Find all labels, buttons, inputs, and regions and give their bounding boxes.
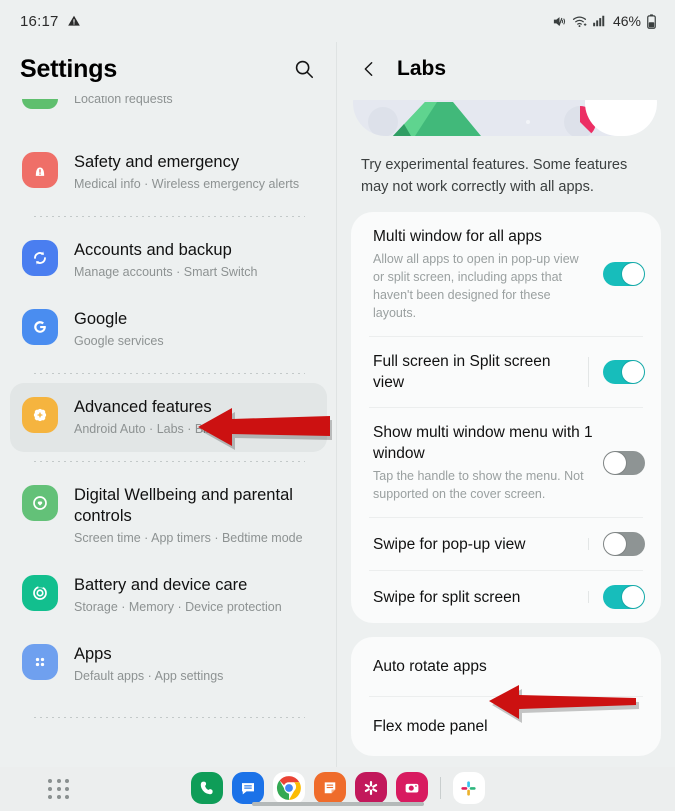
status-bar-left: 16:17 [20,13,81,30]
sidebar-item-subtitle: Medical info · Wireless emergency alerts [74,177,300,191]
sidebar-item-title: Safety and emergency [74,153,240,171]
setting-description: Allow all apps to open in pop-up view or… [373,252,579,320]
slack-icon[interactable] [452,772,485,804]
sidebar-item-subtitle: Android Auto · Labs · Bixby Routines [74,422,279,436]
wifi-icon [572,14,587,29]
setting-title: Flex mode panel [373,718,488,735]
setting-description: Tap the handle to show the menu. Not sup… [373,469,584,501]
list-divider [32,373,305,374]
device-care-icon [22,575,58,611]
setting-row-flex-mode-panel[interactable]: Flex mode panel [351,697,661,756]
setting-row-swipe-for-split-screen[interactable]: Swipe for split screen [351,571,661,623]
labs-pane: Labs Try experimental features. Some fea… [337,42,675,767]
sidebar-item-title: Advanced features [74,398,212,416]
sidebar-item-location[interactable]: Location requests [10,96,327,122]
toggle-multi-window-for-all-apps[interactable] [603,262,645,286]
setting-title: Swipe for split screen [373,588,521,606]
setting-row-show-multi-window-menu-with-1-window[interactable]: Show multi window menu with 1 window Tap… [351,408,661,517]
battery-icon [646,13,657,29]
sync-accounts-icon [22,240,58,276]
setting-title: Full screen in Split screen view [373,353,551,391]
setting-title: Show multi window menu with 1 window [373,424,593,462]
battery-percent: 46% [612,13,641,29]
toggle-swipe-for-pop-up-view[interactable] [603,532,645,556]
sidebar-item-title: Accounts and backup [74,241,232,259]
camera-icon[interactable] [395,772,428,804]
list-divider [32,216,305,217]
cellular-signal-icon [592,14,606,28]
sidebar-item-title: Battery and device care [74,576,248,594]
sidebar-item-accounts-and-backup[interactable]: Accounts and backup Manage accounts · Sm… [10,226,327,295]
phone-icon[interactable] [190,772,223,804]
sidebar-item-title: Apps [74,645,112,663]
volume-mute-icon [552,14,567,29]
wellbeing-heart-icon [22,485,58,521]
list-divider [32,461,305,462]
setting-title: Auto rotate apps [373,658,487,675]
sidebar-item-advanced-features[interactable]: Advanced features Android Auto · Labs · … [10,383,327,452]
list-divider [32,717,305,718]
status-bar-right: 46% [552,13,657,29]
home-indicator[interactable] [251,802,424,806]
setting-row-full-screen-in-split-screen-view[interactable]: Full screen in Split screen view [351,337,661,407]
sidebar-item-apps[interactable]: Apps Default apps · App settings [10,630,327,699]
sidebar-item-label: Location requests [74,96,173,106]
phone-screen: 16:17 46% Settings Location requests Saf… [0,0,675,811]
search-icon[interactable] [293,58,315,80]
sidebar-item-subtitle: Storage · Memory · Device protection [74,600,282,614]
settings-list: Location requests Safety and emergency M… [0,96,337,718]
settings-header: Settings [0,42,337,96]
labs-intro-text: Try experimental features. Some features… [361,157,628,195]
toggle-show-multi-window-menu-with-1-window[interactable] [603,450,645,475]
sidebar-item-digital-wellbeing[interactable]: Digital Wellbeing and parental controls … [10,471,327,561]
sidebar-item-subtitle: Google services [74,334,164,348]
flower-asterisk-icon[interactable] [354,772,387,804]
labs-card-rotation: Auto rotate apps Flex mode panel [351,637,661,756]
clock: 16:17 [20,12,59,30]
setting-title: Swipe for pop-up view [373,535,526,553]
taskbar-divider [439,777,441,799]
row-vertical-divider [588,591,589,603]
settings-pane: Settings Location requests Safety and em… [0,42,337,767]
location-icon [22,99,58,109]
sidebar-item-google[interactable]: Google Google services [10,295,327,364]
sidebar-item-safety-and-emergency[interactable]: Safety and emergency Medical info · Wire… [10,138,327,207]
row-vertical-divider [588,538,589,550]
sidebar-item-subtitle: Manage accounts · Smart Switch [74,265,258,279]
setting-row-multi-window-for-all-apps[interactable]: Multi window for all apps Allow all apps… [351,212,661,336]
sidebar-item-subtitle: Screen time · App timers · Bedtime mode [74,531,303,545]
apps-grid-icon [22,644,58,680]
row-vertical-divider [588,357,589,387]
back-chevron-icon[interactable] [359,59,379,79]
toggle-swipe-for-split-screen[interactable] [603,585,645,609]
sidebar-item-subtitle: Default apps · App settings [74,669,224,683]
taskbar [0,767,675,811]
labs-card-multiwindow: Multi window for all apps Allow all apps… [351,212,661,623]
google-g-icon [22,309,58,345]
messages-icon[interactable] [231,772,264,804]
sidebar-item-battery-and-device-care[interactable]: Battery and device care Storage · Memory… [10,561,327,630]
sidebar-item-title: Digital Wellbeing and parental controls [74,486,293,525]
labs-title: Labs [397,57,447,80]
status-bar: 16:17 46% [0,0,675,42]
warning-triangle-icon [67,14,81,28]
setting-row-swipe-for-pop-up-view[interactable]: Swipe for pop-up view [351,518,661,570]
setting-title: Multi window for all apps [373,228,542,245]
taskbar-apps [0,772,675,804]
page-title: Settings [20,54,118,83]
chrome-icon[interactable] [272,772,305,804]
sidebar-item-title: Google [74,310,128,328]
notes-icon[interactable] [313,772,346,804]
setting-row-auto-rotate-apps[interactable]: Auto rotate apps [351,637,661,696]
gear-flower-icon [22,397,58,433]
labs-banner-illustration [353,100,657,136]
toggle-full-screen-in-split-screen-view[interactable] [603,360,645,384]
emergency-siren-icon [22,152,58,188]
labs-header: Labs [337,42,675,96]
